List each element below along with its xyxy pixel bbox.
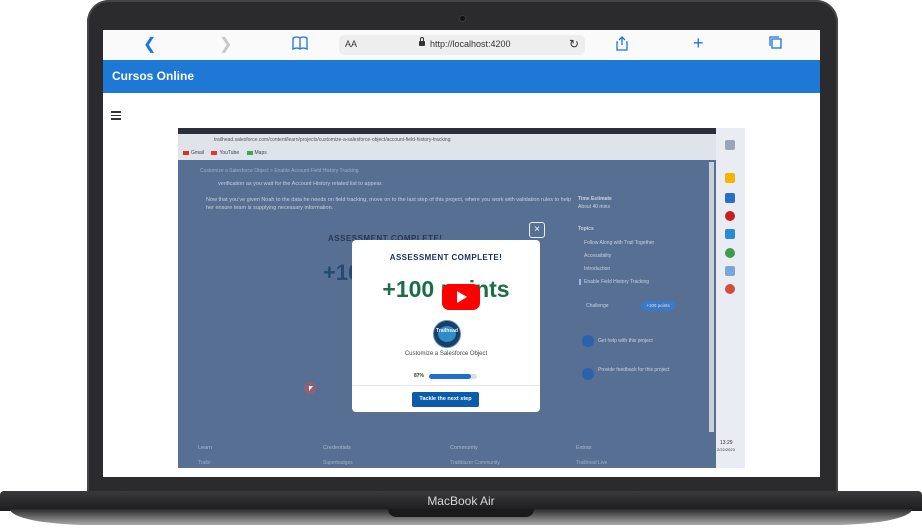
topic-item: Accessibility (584, 253, 612, 259)
mouse-cursor-icon (309, 386, 313, 391)
modal-divider (352, 385, 540, 386)
bookmark-maps: Maps (254, 150, 267, 156)
time-label: Time Estimate (578, 196, 612, 202)
url-text[interactable]: http://localhost:4200 (430, 39, 511, 49)
recorded-taskbar: 13:29 2/22/2023 (716, 128, 745, 468)
vscode-icon (725, 229, 735, 239)
laptop-notch (388, 509, 534, 517)
camera-icon (460, 16, 465, 21)
recorded-right-panel: Time Estimate About 40 mins Topics Follo… (576, 188, 716, 428)
badge-text: Trailhead (436, 328, 458, 334)
recorded-url: trailhead.salesforce.com/content/learn/p… (214, 137, 451, 143)
browser-toolbar: ❮ ❯ AA http://localhost:4200 ↻ + (103, 30, 820, 61)
footer-sub: Trailblazer Community (450, 460, 500, 466)
screen: ❮ ❯ AA http://localhost:4200 ↻ + Cursos … (103, 30, 820, 477)
youtube-icon (211, 150, 218, 155)
progress-bar (429, 374, 477, 379)
recorded-breadcrumb: Customize a Salesforce Object > Enable A… (200, 168, 359, 174)
taskbar-date: 2/22/2023 (717, 447, 735, 452)
bookmark-youtube: YouTube (219, 150, 240, 156)
lock-icon (419, 37, 425, 46)
footer-col: Credentials (323, 445, 351, 451)
app-title[interactable]: Cursos Online (112, 69, 194, 83)
recorded-para-1: verification as you wait for the Account… (218, 181, 383, 187)
address-bar[interactable]: AA http://localhost:4200 ↻ (339, 35, 585, 55)
help-link: Get help with this project (598, 338, 653, 344)
search-icon (725, 140, 735, 150)
time-value: About 40 mins (578, 204, 610, 210)
recorded-tab-strip (178, 128, 716, 134)
topic-item-active: Enable Field History Tracking (579, 279, 649, 285)
footer-col: Extras (576, 445, 592, 451)
feedback-link: Provide feedback for this project (598, 367, 670, 373)
help-icon (582, 335, 594, 347)
footer-sub: Superbadges (323, 460, 353, 466)
bookmarks-icon[interactable] (292, 36, 308, 55)
assessment-modal: ASSESSMENT COMPLETE! +100 points Trailhe… (352, 240, 540, 412)
recorded-para-2: Now that you’ve given Noah to the data h… (206, 197, 572, 211)
topic-item: Introduction (584, 266, 611, 272)
device-label: MacBook Air (427, 494, 495, 508)
chrome-icon (725, 284, 735, 294)
topics-label: Topics (578, 226, 594, 232)
next-step-button[interactable]: Tackle the next step (412, 392, 479, 407)
feedback-icon (582, 368, 594, 380)
new-tab-icon[interactable]: + (693, 34, 704, 52)
folder-icon (725, 173, 735, 183)
menu-icon[interactable] (111, 111, 121, 122)
recorded-browser-chrome: trailhead.salesforce.com/content/learn/p… (178, 128, 716, 160)
forward-icon[interactable]: ❯ (219, 36, 232, 54)
footer-sub: Trails (198, 460, 211, 466)
modal-title: ASSESSMENT COMPLETE! (389, 253, 503, 262)
youtube-play-icon[interactable] (442, 284, 480, 310)
app-icon (725, 211, 735, 221)
challenge-pill: +100 points (640, 301, 676, 311)
app-icon (725, 266, 735, 276)
app-header: Cursos Online (103, 60, 820, 93)
recorded-bookmarks: Gmail YouTube Maps (183, 150, 267, 156)
video-player[interactable]: trailhead.salesforce.com/content/learn/p… (178, 128, 745, 468)
gmail-icon (183, 150, 189, 155)
share-icon[interactable] (616, 36, 628, 56)
footer-col: Community (450, 445, 478, 451)
modal-close-button[interactable]: × (529, 222, 545, 238)
back-icon[interactable]: ❮ (143, 36, 156, 54)
reload-icon[interactable]: ↻ (569, 37, 579, 51)
footer-col: Learn (198, 445, 213, 451)
progress-fill (429, 374, 471, 379)
tabs-icon[interactable] (769, 36, 782, 54)
text-size-button[interactable]: AA (345, 39, 357, 49)
maps-icon (246, 150, 253, 155)
footer-sub: Trailhead Live (576, 460, 608, 466)
bookmark-gmail: Gmail (191, 150, 205, 156)
challenge-label: Challenge (586, 303, 609, 309)
store-icon (725, 193, 735, 203)
modal-caption: Customize a Salesforce Object (404, 351, 488, 357)
chrome-icon (725, 248, 735, 258)
taskbar-time: 13:29 (720, 440, 733, 446)
badge-icon: Trailhead (433, 320, 461, 348)
progress-label: 87% (414, 373, 425, 379)
topic-item: Follow Along with Trail Together (584, 240, 655, 246)
recorded-scrollbar (709, 162, 714, 432)
